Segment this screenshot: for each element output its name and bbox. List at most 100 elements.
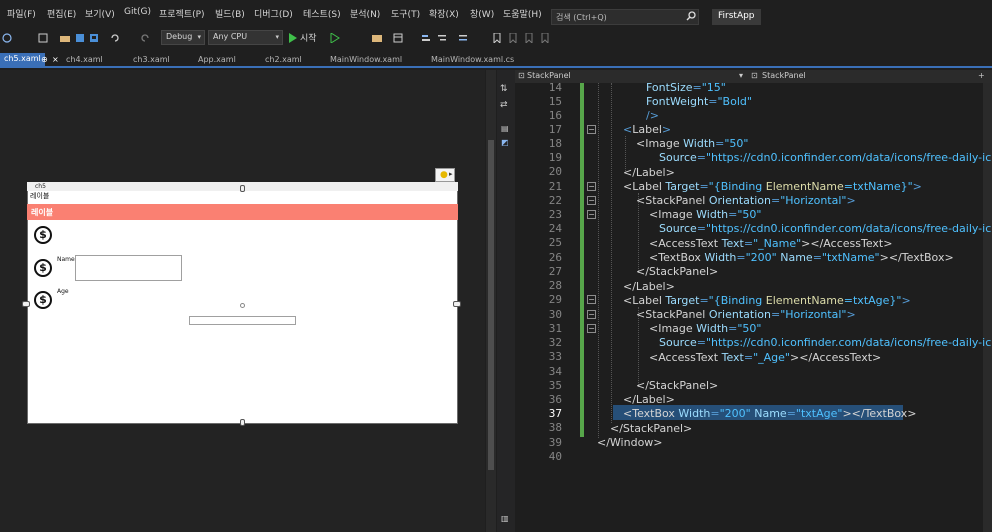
code-line-25[interactable]: <AccessText Text="_Name"></AccessText> [649,237,892,250]
indent-icon[interactable] [437,33,447,43]
line-number: 32 [548,336,562,349]
align-icon[interactable] [421,33,431,43]
collapse-toggle[interactable]: − [587,310,596,319]
vertical-split-icon[interactable]: ▥ [501,514,509,523]
code-line-15[interactable]: FontWeight="Bold" [646,95,752,108]
code-line-22[interactable]: <StackPanel Orientation="Horizontal"> [636,194,856,207]
search-icon[interactable] [686,11,696,21]
code-line-23[interactable]: <Image Width="50" [649,208,761,221]
tag-delim: > [846,308,856,321]
tab-ch4-xaml[interactable]: ch4.xaml [66,55,103,64]
menu-edit[interactable]: 편집(E) [47,7,76,20]
code-line-39[interactable]: </Window> [597,436,663,449]
tab-mainwindow-xaml[interactable]: MainWindow.xaml [330,55,402,64]
code-line-14[interactable]: FontSize="15" [646,81,726,94]
swap-panes-icon[interactable]: ⇄ [500,100,508,110]
menu-analyze[interactable]: 분석(N) [350,7,380,20]
collapse-toggle[interactable]: − [587,125,596,134]
menu-view[interactable]: 보기(V) [85,7,115,20]
tab-ch3-xaml[interactable]: ch3.xaml [133,55,170,64]
code-line-37[interactable]: <TextBox Width="200" Name="txtAge"></Tex… [623,407,917,420]
code-line-18[interactable]: <Image Width="50" [636,137,748,150]
close-icon[interactable]: × [52,55,59,64]
left-nav-dropdown[interactable]: StackPanel [527,71,571,80]
menu-help[interactable]: 도움말(H) [503,7,542,20]
code-line-36[interactable]: </Label> [623,393,675,406]
menu-build[interactable]: 빌드(B) [215,7,245,20]
code-line-31[interactable]: <Image Width="50" [649,322,761,335]
undo-icon[interactable] [110,33,120,43]
code-line-27[interactable]: </StackPanel> [636,265,718,278]
tab-ch2-xaml[interactable]: ch2.xaml [265,55,302,64]
resize-handle-bottom[interactable] [240,419,245,426]
back-icon[interactable] [2,33,12,43]
configuration-dropdown[interactable]: Debug ▾ [161,30,205,45]
expand-icon[interactable]: + [978,71,985,80]
prev-bookmark-icon[interactable] [508,33,518,43]
collapse-toggle[interactable]: − [587,182,596,191]
platform-dropdown[interactable]: Any CPU ▾ [208,30,283,45]
split-view-icon[interactable]: ▤ [501,124,509,133]
menu-tools[interactable]: 도구(T) [391,7,420,20]
code-line-28[interactable]: </Label> [623,280,675,293]
code-line-30[interactable]: <StackPanel Orientation="Horizontal"> [636,308,856,321]
collapse-toggle[interactable]: − [587,196,596,205]
menu-project[interactable]: 프로젝트(P) [159,7,205,20]
save-icon[interactable] [75,33,85,43]
chevron-down-icon[interactable]: ▾ [739,71,743,80]
code-line-21[interactable]: <Label Target="{Binding ElementName=txtN… [623,180,922,193]
code-line-35[interactable]: </StackPanel> [636,379,718,392]
wpf-name-textbox[interactable] [75,255,182,281]
code-line-24[interactable]: Source="https://cdn0.iconfinder.com/data… [659,222,991,235]
code-line-38[interactable]: </StackPanel> [610,422,692,435]
new-project-icon[interactable] [38,33,48,43]
comment-icon[interactable] [458,33,468,43]
line-number: 21 [548,180,562,193]
code-line-17[interactable]: <Label> [623,123,671,136]
collapse-toggle[interactable]: − [587,210,596,219]
folder-icon[interactable] [372,33,382,43]
open-folder-icon[interactable] [60,33,70,43]
tab-mainwindow-xaml-cs[interactable]: MainWindow.xaml.cs [431,55,514,64]
line-number: 15 [548,95,562,108]
tab-ch5-xaml[interactable]: ch5.xaml [0,53,45,67]
code-line-29[interactable]: <Label Target="{Binding ElementName=txtA… [623,294,911,307]
layout-icon[interactable] [393,33,403,43]
right-nav-dropdown[interactable]: StackPanel [762,71,806,80]
play-icon[interactable] [288,33,298,43]
search-input[interactable]: 검색 (Ctrl+Q) [551,9,699,25]
collapse-toggle[interactable]: − [587,324,596,333]
resize-handle-top[interactable] [240,185,245,192]
menu-debug[interactable]: 디버그(D) [254,7,293,20]
code-line-26[interactable]: <TextBox Width="200" Name="txtName"></Te… [649,251,954,264]
wpf-age-textbox[interactable] [189,316,296,325]
start-without-debug-icon[interactable] [330,33,340,43]
save-all-icon[interactable] [89,33,99,43]
collapse-toggle[interactable]: − [587,295,596,304]
resize-handle-right[interactable] [453,301,461,307]
tab-app-xaml[interactable]: App.xaml [198,55,236,64]
designer-scroll-thumb[interactable] [488,140,494,470]
menu-extensions[interactable]: 확장(X) [429,7,459,20]
code-line-32[interactable]: Source="https://cdn0.iconfinder.com/data… [659,336,991,349]
redo-icon[interactable] [140,33,150,43]
menu-test[interactable]: 테스트(S) [303,7,341,20]
wpf-label[interactable]: 레이블 [30,191,49,201]
code-line-16[interactable]: /> [646,109,659,122]
start-button[interactable]: 시작 [300,31,317,44]
expand-pane-icon[interactable]: ◩ [501,138,509,147]
pin-icon[interactable]: ⊕ [41,55,48,64]
designer-adorner-button[interactable]: ● ▸ [435,168,455,182]
bookmark-icon[interactable] [492,33,502,43]
next-bookmark-icon[interactable] [524,33,534,43]
swap-panes-icon[interactable]: ⇅ [500,84,508,94]
menu-window[interactable]: 창(W) [470,7,494,20]
resize-handle-left[interactable] [22,301,30,307]
code-line-33[interactable]: <AccessText Text="_Age"></AccessText> [649,351,881,364]
menu-git[interactable]: Git(G) [124,7,151,17]
code-line-20[interactable]: </Label> [623,166,675,179]
menu-file[interactable]: 파일(F) [7,7,36,20]
code-line-19[interactable]: Source="https://cdn0.iconfinder.com/data… [659,151,991,164]
wpf-highlighted-label[interactable]: 레이블 [27,204,458,220]
clear-bookmarks-icon[interactable] [540,33,550,43]
